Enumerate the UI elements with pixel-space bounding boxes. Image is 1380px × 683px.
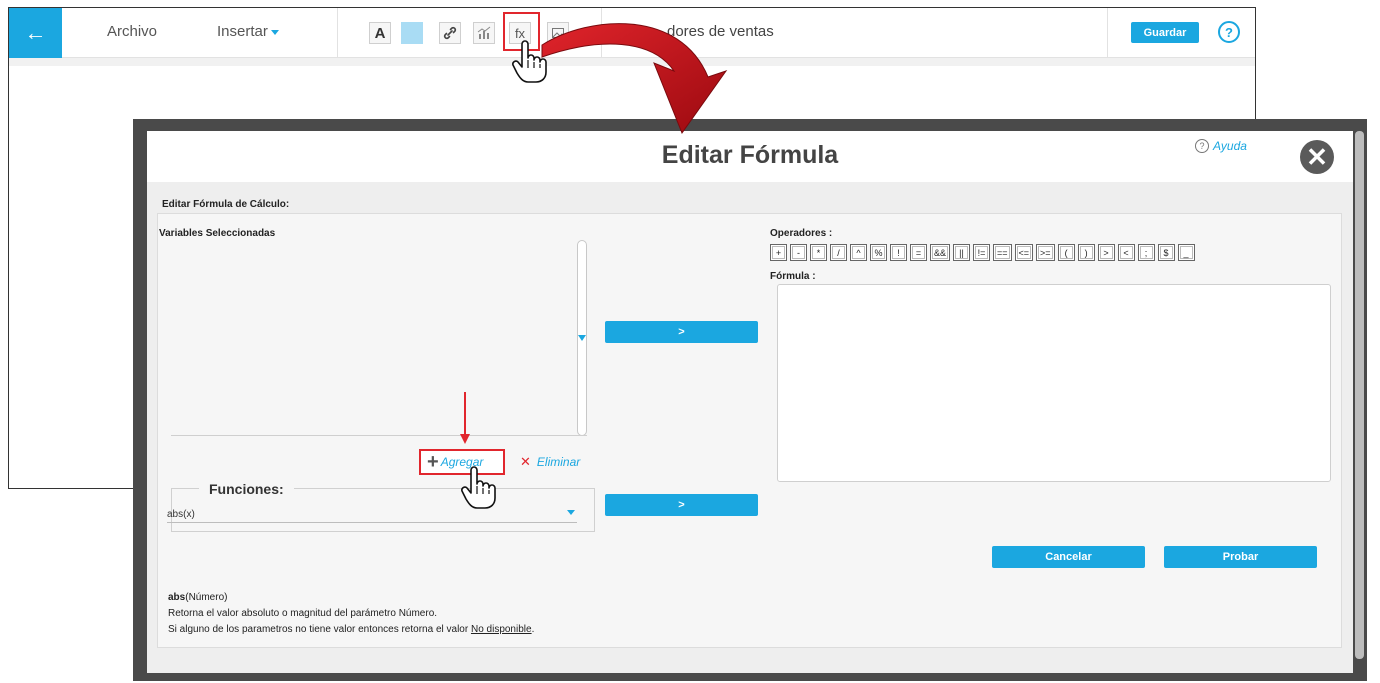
chevron-down-icon[interactable] (578, 335, 586, 341)
menu-insertar[interactable]: Insertar (217, 23, 279, 40)
operator-button[interactable]: $ (1157, 244, 1175, 261)
functions-select[interactable]: abs(x) (167, 509, 577, 523)
operator-button[interactable]: ; (1137, 244, 1155, 261)
operator-button[interactable]: ^ (850, 244, 867, 261)
function-note-text: Si alguno de los parametros no tiene val… (168, 624, 471, 635)
operator-button[interactable]: > (1097, 244, 1115, 261)
chevron-down-icon[interactable] (567, 510, 575, 515)
function-note: Si alguno de los parametros no tiene val… (168, 622, 534, 638)
question-circle-icon[interactable]: ? (1218, 21, 1240, 43)
curved-arrow-icon (541, 23, 728, 135)
operator-button[interactable]: || (953, 244, 971, 261)
link-icon[interactable] (439, 22, 461, 44)
menu-insertar-label: Insertar (217, 23, 268, 40)
operator-button[interactable]: ! (890, 244, 907, 261)
operator-button[interactable]: && (930, 244, 951, 261)
delete-button-label: Eliminar (536, 455, 581, 469)
formula-label: Fórmula : (770, 271, 816, 282)
section-label: Editar Fórmula de Cálculo: (162, 199, 290, 210)
operator-button[interactable]: <= (1014, 244, 1034, 261)
hand-cursor-icon (461, 466, 496, 509)
operator-button[interactable]: = (910, 244, 927, 261)
no-disponible-link[interactable]: No disponible (471, 624, 532, 635)
variables-list-border (171, 435, 587, 436)
screenshot-root: ← Archivo Insertar A fx dores de ventas … (0, 0, 1380, 683)
formula-textarea[interactable] (777, 284, 1331, 482)
menu-archivo[interactable]: Archivo (107, 23, 157, 40)
back-button[interactable]: ← (9, 8, 62, 58)
function-help-text: abs(Número) Retorna el valor absoluto o … (168, 590, 534, 638)
dialog-header: Editar Fórmula ? Ayuda ✕ (147, 131, 1353, 182)
dialog-scrollbar[interactable] (1355, 131, 1364, 659)
function-args: (Número) (185, 592, 228, 603)
help-icon: ? (1195, 139, 1209, 153)
function-description: Retorna el valor absoluto o magnitud del… (168, 608, 438, 619)
operator-button[interactable]: _ (1177, 244, 1195, 261)
function-name: abs (168, 592, 186, 603)
add-variable-to-formula-button[interactable]: > (605, 321, 758, 343)
operator-button[interactable]: ( (1057, 244, 1075, 261)
save-button[interactable]: Guardar (1131, 22, 1199, 43)
function-note-end: . (531, 624, 535, 635)
help-link[interactable]: ? Ayuda (1195, 139, 1247, 153)
chart-icon[interactable] (473, 22, 495, 44)
operators-label: Operadores : (770, 228, 833, 239)
operator-button[interactable]: % (870, 244, 887, 261)
dialog-title: Editar Fórmula (661, 141, 839, 169)
operator-button[interactable]: ) (1077, 244, 1095, 261)
operator-button[interactable]: * (810, 244, 827, 261)
arrow-left-icon: ← (24, 20, 47, 45)
operator-button[interactable]: / (830, 244, 847, 261)
test-button[interactable]: Probar (1164, 546, 1317, 568)
cancel-button[interactable]: Cancelar (992, 546, 1145, 568)
function-signature: abs(Número) (168, 590, 534, 606)
delete-x-icon: ✕ (520, 454, 531, 469)
hand-cursor-icon (512, 40, 547, 83)
toolbar-divider (1107, 8, 1108, 58)
functions-label: Funciones: (199, 481, 294, 497)
add-function-to-formula-button[interactable]: > (605, 494, 758, 516)
operator-button[interactable]: != (973, 244, 991, 261)
operators-row: + - * / ^%! = && || != == <= >=() > <; $ _ (770, 244, 1195, 261)
operator-button[interactable]: < (1117, 244, 1135, 261)
edit-formula-dialog: Editar Fórmula ? Ayuda ✕ Editar Fórmula … (147, 131, 1364, 673)
operator-button[interactable]: >= (1036, 244, 1055, 261)
close-icon[interactable]: ✕ (1300, 140, 1334, 174)
variables-label: Variables Seleccionadas (159, 228, 276, 239)
plus-icon: + (427, 451, 439, 473)
toolbar-divider (337, 8, 338, 58)
delete-button[interactable]: ✕ Eliminar (520, 454, 580, 470)
help-link-label: Ayuda (1213, 139, 1247, 153)
caret-down-icon (270, 29, 279, 35)
fill-color-icon[interactable] (401, 22, 423, 44)
arrow-down-icon (460, 392, 470, 444)
operator-button[interactable]: - (790, 244, 807, 261)
operator-button[interactable]: + (770, 244, 787, 261)
operator-button[interactable]: == (993, 244, 1012, 261)
text-format-icon[interactable]: A (369, 22, 391, 44)
